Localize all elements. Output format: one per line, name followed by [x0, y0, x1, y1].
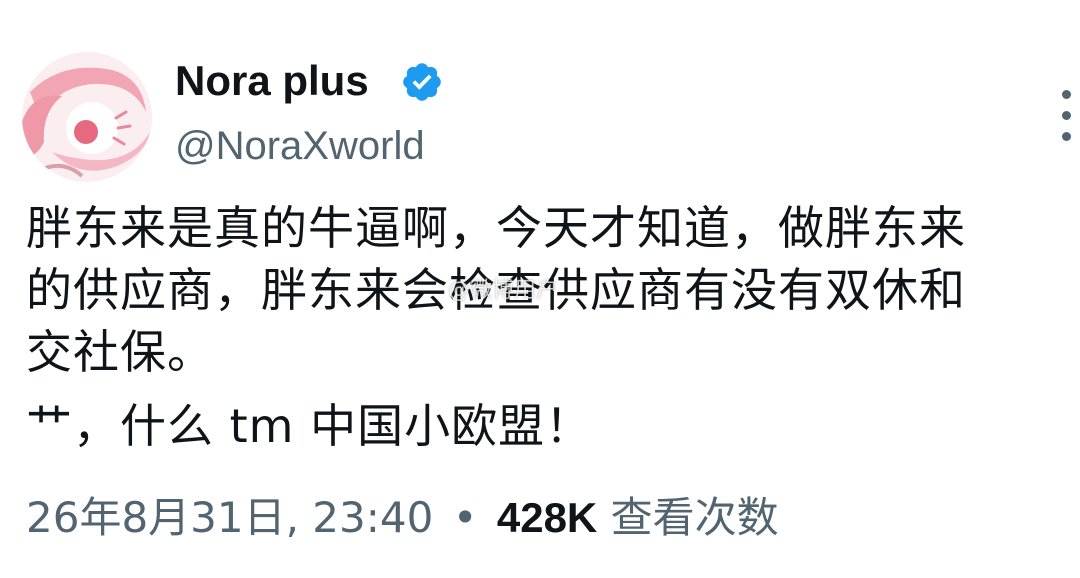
view-count: 428K — [496, 494, 598, 541]
post-meta: 26年8月31日, 23:40 • 428K 查看次数 — [26, 490, 779, 546]
avatar-illustration-icon — [22, 52, 152, 182]
verified-badge-icon — [403, 63, 441, 101]
more-vertical-icon[interactable] — [1058, 86, 1080, 146]
watermark: @微博用户 — [448, 278, 559, 303]
post-timestamp[interactable]: 26年8月31日, 23:40 — [26, 493, 433, 542]
display-name[interactable]: Nora plus — [175, 55, 369, 107]
view-count-label: 查看次数 — [610, 493, 779, 542]
post-text-line-4: 艹，什么 tm 中国小欧盟！ — [26, 399, 593, 453]
post-text-line-1: 胖东来是真的牛逼啊，今天才知道，做胖东来 — [26, 201, 966, 255]
user-handle[interactable]: @NoraXworld — [175, 120, 425, 172]
tweet-card: Nora plus @NoraXworld 胖东来是真的牛逼啊，今天才知道，做胖… — [0, 0, 1080, 578]
avatar[interactable] — [22, 52, 152, 182]
meta-separator: • — [452, 493, 478, 542]
post-text-line-3: 交社保。 — [26, 325, 214, 379]
